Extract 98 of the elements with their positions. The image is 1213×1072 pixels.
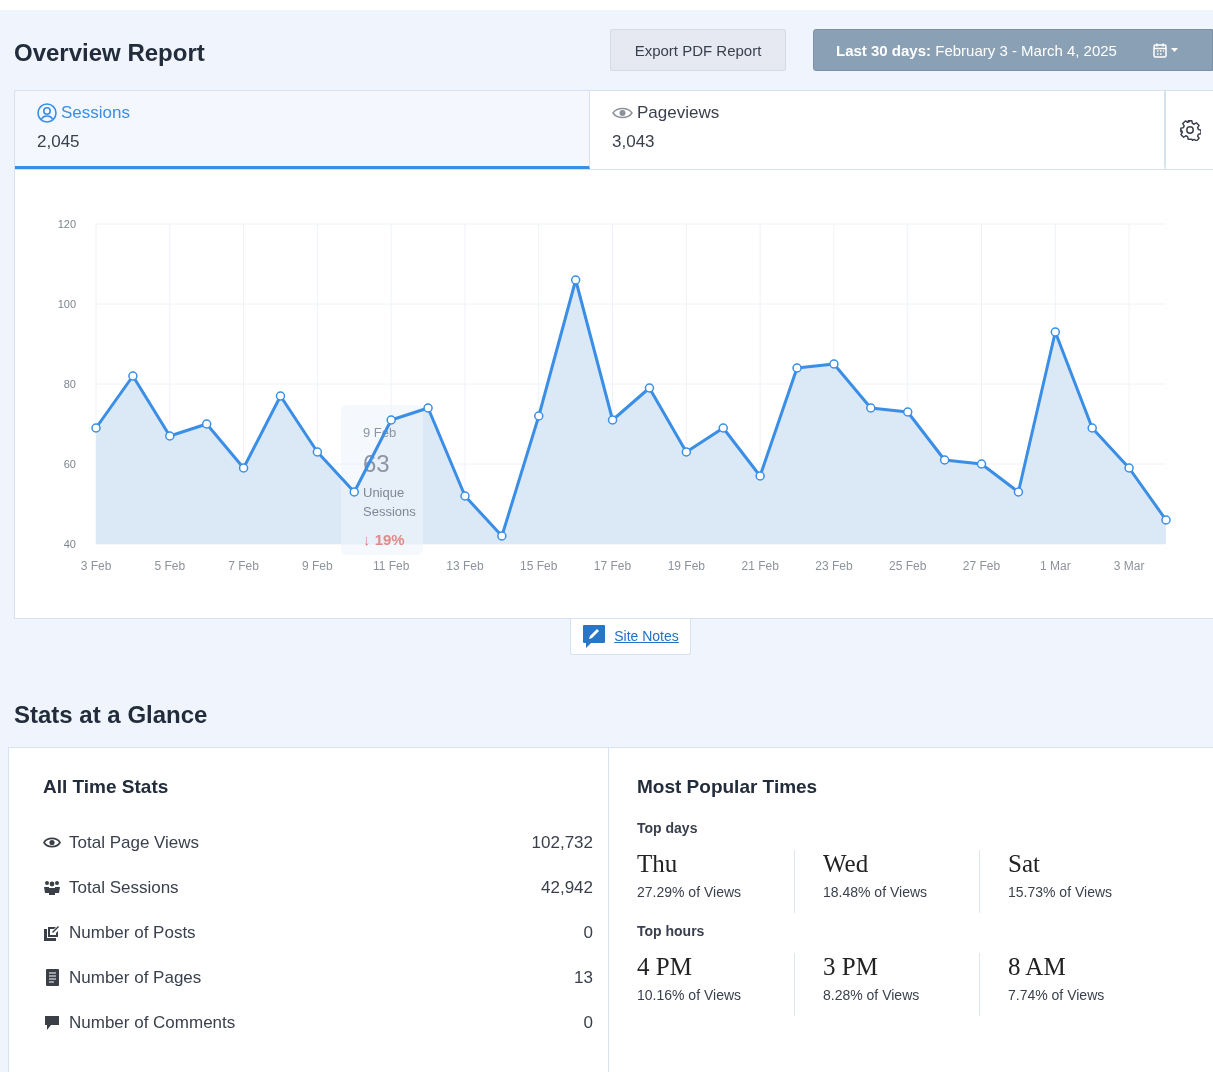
stat-label: Number of Comments (69, 1012, 237, 1033)
calendar-icon (1152, 42, 1167, 58)
axis-label: 13 Feb (446, 559, 484, 573)
axis-label: 11 Feb (372, 559, 410, 573)
axis-label: 19 Feb (667, 559, 705, 573)
axis-label: 25 Feb (889, 559, 927, 573)
views-share: 10.16% of Views (637, 987, 743, 1003)
data-point[interactable] (829, 359, 839, 369)
time-name: Sat (1008, 850, 1041, 878)
views-share: 18.48% of Views (823, 884, 929, 900)
axis-label: 27 Feb (962, 559, 1001, 573)
stat-label: Number of Posts (69, 922, 197, 943)
panel-title: All Time Stats (43, 776, 170, 798)
time-name: Wed (823, 850, 870, 878)
page-title: Overview Report (14, 38, 206, 67)
data-point[interactable] (1050, 327, 1061, 337)
panel-title: Most Popular Times (637, 776, 819, 798)
views-share: 15.73% of Views (1008, 884, 1114, 900)
eye-icon (43, 837, 61, 848)
data-point[interactable] (718, 423, 728, 433)
stat-value: 102,732 (531, 832, 593, 853)
data-point[interactable] (607, 415, 618, 425)
caret-icon (1170, 48, 1178, 52)
data-point[interactable] (1013, 487, 1024, 497)
data-point[interactable] (902, 407, 913, 417)
data-point[interactable] (866, 403, 876, 413)
stat-value: 42,942 (541, 877, 593, 898)
axis-label: 100 (57, 298, 76, 310)
data-point[interactable] (165, 431, 175, 441)
time-name: Thu (637, 850, 679, 878)
section-title: Stats at a Glance (14, 701, 209, 729)
axis-label: 15 Feb (520, 559, 558, 573)
axis-label: 60 (63, 458, 76, 470)
axis-label: 40 (63, 538, 76, 550)
stat-value: 13 (574, 967, 593, 988)
group-title: Top hours (637, 923, 706, 939)
data-point[interactable] (1124, 463, 1134, 473)
pencil-note-icon (582, 624, 607, 648)
axis-label: 5 Feb (154, 559, 186, 573)
data-point[interactable] (423, 403, 433, 413)
users-icon (44, 880, 60, 895)
axis-label: 120 (57, 218, 76, 230)
tooltip-change: ↓ 19% (363, 531, 405, 548)
data-point[interactable] (939, 455, 950, 465)
tab-value: 2,045 (37, 132, 81, 152)
stat-label: Total Page Views (69, 832, 201, 853)
axis-label: 23 Feb (815, 559, 853, 573)
axis-label: 1 Mar (1039, 559, 1071, 573)
data-point[interactable] (1087, 423, 1097, 433)
axis-label: 21 Feb (741, 559, 779, 573)
data-point[interactable] (1161, 515, 1171, 525)
time-name: 3 PM (823, 953, 879, 981)
data-point[interactable] (792, 363, 802, 373)
stat-value: 0 (583, 922, 593, 943)
data-point[interactable] (570, 275, 581, 285)
views-share: 27.29% of Views (637, 884, 743, 900)
axis-label: 7 Feb (228, 559, 259, 573)
data-point[interactable] (238, 463, 249, 473)
views-share: 7.74% of Views (1008, 987, 1106, 1003)
axis-label: 9 Feb (302, 559, 333, 573)
axis-label: 3 Mar (1113, 559, 1145, 573)
tab-value: 3,043 (612, 132, 656, 152)
axis-label: 3 Feb (80, 559, 112, 573)
data-point[interactable] (275, 391, 286, 401)
axis-label: 17 Feb (593, 559, 632, 573)
comment-icon (44, 1014, 60, 1031)
user-icon (37, 103, 57, 123)
edit-document-icon (44, 924, 60, 941)
tab-label: Sessions (61, 103, 130, 123)
metric-tab[interactable]: Sessions 2,045 (15, 91, 590, 169)
time-name: 4 PM (637, 953, 693, 981)
axis-label: 80 (63, 378, 76, 390)
eye-icon (612, 107, 633, 119)
data-point[interactable] (349, 487, 360, 497)
export-button[interactable]: Export PDF Report (610, 29, 786, 71)
data-point[interactable] (128, 371, 138, 381)
stat-label: Total Sessions (69, 877, 180, 898)
views-share: 8.28% of Views (823, 987, 921, 1003)
data-point[interactable] (497, 531, 507, 541)
data-point[interactable] (534, 411, 544, 421)
site-notes-link[interactable]: Site Notes (614, 628, 679, 644)
stat-label: Number of Pages (69, 967, 203, 988)
data-point[interactable] (312, 447, 323, 457)
data-point[interactable] (681, 447, 692, 457)
data-point[interactable] (644, 383, 655, 393)
data-point[interactable] (976, 459, 987, 469)
tab-label: Pageviews (637, 103, 720, 123)
document-icon (45, 969, 59, 986)
data-point[interactable] (755, 471, 765, 481)
time-name: 8 AM (1008, 953, 1067, 981)
data-point[interactable] (460, 491, 470, 501)
settings-icon (1178, 119, 1201, 141)
group-title: Top days (637, 820, 699, 836)
data-point[interactable] (91, 423, 101, 433)
data-point[interactable] (386, 415, 396, 425)
data-point[interactable] (201, 419, 212, 429)
stat-value: 0 (583, 1012, 593, 1033)
tooltip-label: Unique Sessions (363, 485, 416, 519)
